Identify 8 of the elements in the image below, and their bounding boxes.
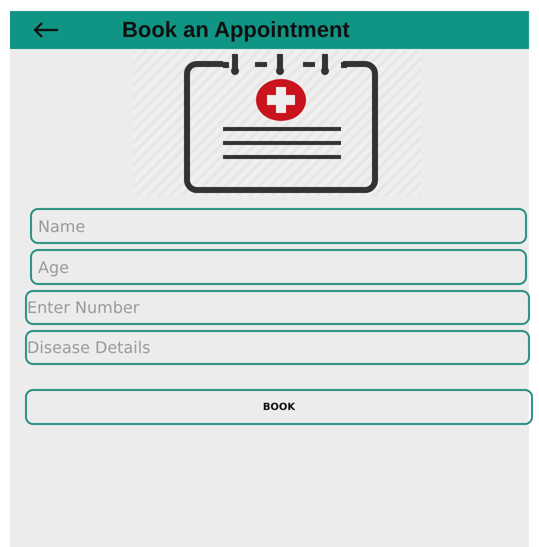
notepad-medical-icon [133, 50, 421, 196]
input-field[interactable]: Name [30, 208, 527, 244]
input-field[interactable]: Disease Details [25, 330, 530, 365]
book-button[interactable]: BOOK [25, 389, 533, 425]
screen-title: Book an Appointment [122, 17, 350, 43]
input-field[interactable]: Enter Number [25, 290, 530, 325]
back-icon[interactable] [32, 21, 60, 39]
input-field[interactable]: Age [30, 249, 527, 285]
